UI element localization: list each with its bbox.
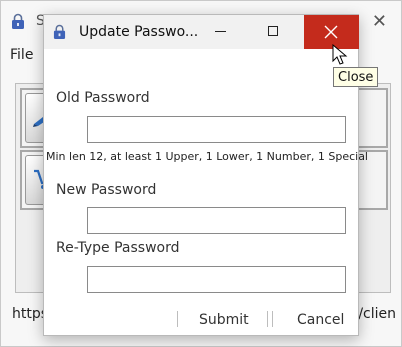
new-password-field[interactable] [87,207,346,234]
background-url-right: /clien [358,306,396,322]
cancel-button[interactable]: Cancel [297,312,344,328]
lock-icon [53,24,66,39]
old-password-field[interactable] [87,116,346,143]
background-close-icon[interactable]: ✕ [372,11,387,32]
update-password-dialog: Update Passwo... Old Password Min len 12… [43,14,368,336]
new-password-label: New Password [56,182,157,198]
separator [267,311,268,327]
minimize-icon [215,31,226,32]
old-password-label: Old Password [56,90,150,106]
retype-password-label: Re-Type Password [56,240,180,256]
close-tooltip: Close [333,67,379,87]
maximize-button[interactable] [252,15,298,49]
dialog-title: Update Passwo... [79,24,199,40]
separator [272,311,273,327]
maximize-icon [268,26,278,36]
menu-file[interactable]: File [10,47,33,63]
lock-icon [12,13,24,29]
submit-button[interactable]: Submit [199,312,249,328]
minimize-button[interactable] [202,15,248,49]
separator [177,311,178,327]
password-requirements-hint: Min len 12, at least 1 Upper, 1 Lower, 1… [46,150,368,163]
close-icon [324,25,338,39]
dialog-titlebar[interactable]: Update Passwo... [44,15,359,49]
cursor-icon [332,44,348,65]
retype-password-field[interactable] [87,266,346,293]
